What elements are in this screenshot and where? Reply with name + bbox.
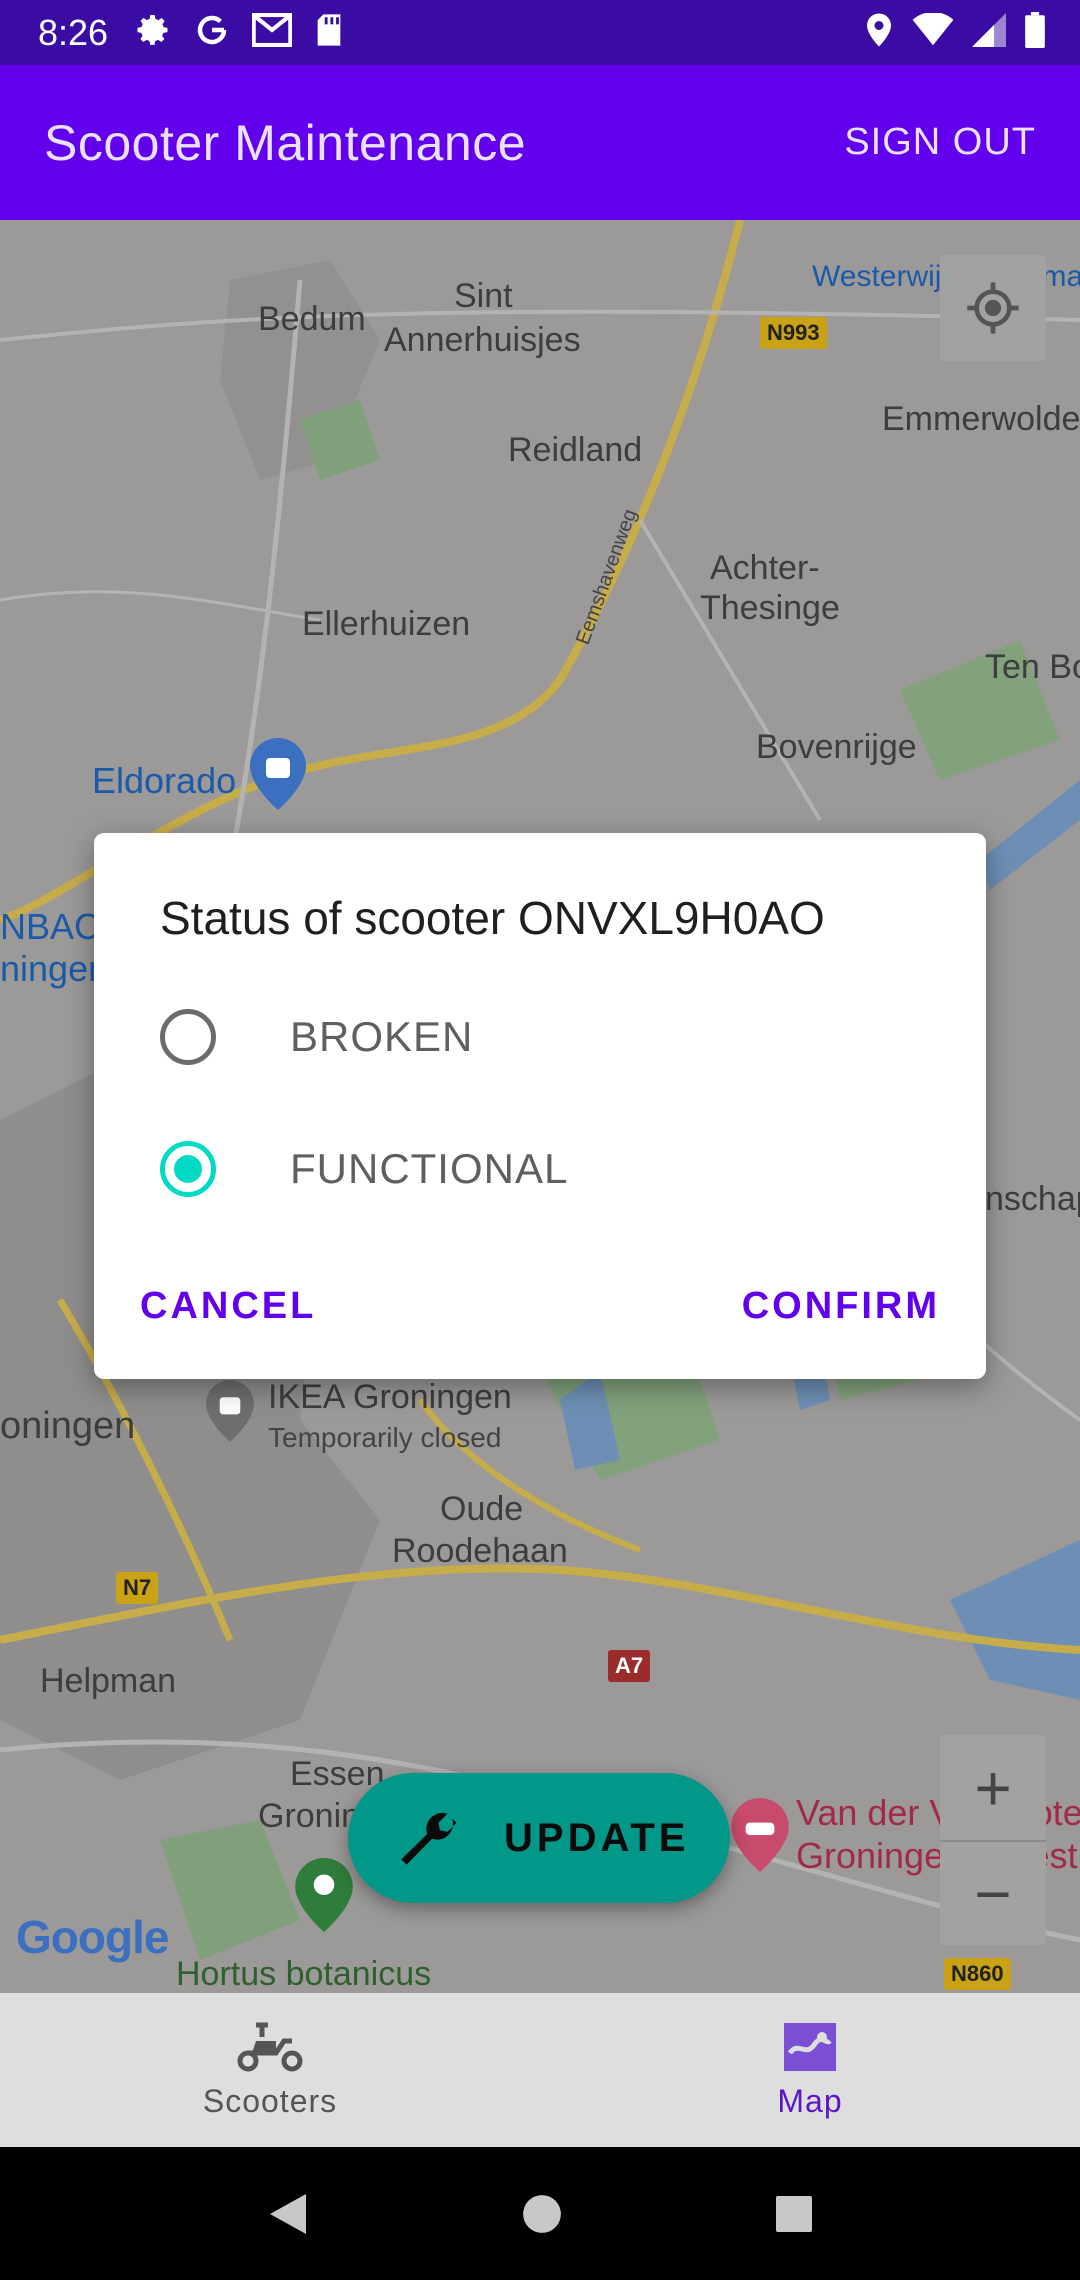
shopping-pin-icon[interactable] — [206, 1380, 254, 1442]
map-label-hortus: Hortus botanicus — [176, 1955, 432, 1993]
recents-icon[interactable] — [774, 2194, 814, 2234]
zoom-in-button[interactable]: + — [940, 1735, 1046, 1840]
radio-broken[interactable] — [160, 1009, 216, 1065]
status-dialog: Status of scooter ONVXL9H0AO BROKEN FUNC… — [94, 833, 986, 1379]
radio-functional[interactable] — [160, 1141, 216, 1197]
bottom-navigation: Scooters Map — [0, 1993, 1080, 2147]
nav-label-scooters: Scooters — [202, 2082, 338, 2119]
nav-item-map[interactable]: Map — [540, 1993, 1080, 2147]
scooter-icon — [237, 2022, 303, 2071]
option-broken[interactable]: BROKEN — [160, 997, 473, 1077]
gmail-icon — [251, 12, 293, 52]
map-label-roodehaan: Roodehaan — [392, 1532, 568, 1570]
road-sign-a7: A7 — [608, 1650, 651, 1682]
map-label-gronin: Gronin — [258, 1797, 361, 1835]
update-fab-label: UPDATE — [504, 1815, 690, 1860]
map-label-bedum: Bedum — [258, 300, 366, 338]
location-icon — [864, 12, 894, 53]
confirm-button[interactable]: CONFIRM — [742, 1285, 940, 1328]
battery-icon — [1024, 12, 1046, 53]
map-label-ningen: ningen — [0, 948, 109, 989]
road-sign-n993: N993 — [760, 317, 827, 349]
back-icon[interactable] — [266, 2190, 310, 2238]
status-time: 8:26 — [38, 11, 109, 53]
option-broken-label: BROKEN — [290, 1013, 474, 1060]
map-label-groningen: oningen — [0, 1405, 136, 1447]
cancel-button[interactable]: CANCEL — [140, 1285, 316, 1328]
map-label-sint: Sint — [454, 277, 513, 315]
wifi-icon — [912, 12, 954, 52]
home-icon[interactable] — [521, 2193, 563, 2235]
map-icon — [784, 2022, 836, 2071]
system-navigation-bar — [0, 2147, 1080, 2280]
zoom-out-button[interactable]: − — [940, 1840, 1046, 1945]
dialog-title: Status of scooter ONVXL9H0AO — [160, 892, 825, 944]
gear-icon — [136, 12, 172, 53]
my-location-button[interactable] — [940, 255, 1046, 361]
park-pin-icon[interactable] — [294, 1858, 354, 1932]
shopping-pin-icon[interactable] — [250, 738, 306, 810]
update-fab[interactable]: UPDATE — [348, 1773, 730, 1903]
nav-label-map: Map — [777, 2082, 843, 2119]
option-functional-label: FUNCTIONAL — [290, 1145, 569, 1192]
map-label-temporarily-closed: Temporarily closed — [268, 1422, 502, 1453]
map-label-thesinge: Thesinge — [700, 589, 840, 627]
app-bar: Scooter Maintenance SIGN OUT — [0, 65, 1080, 220]
map-label-achter: Achter- — [710, 549, 820, 587]
status-icons-left — [136, 12, 344, 53]
map-label-eldorado: Eldorado — [92, 760, 237, 801]
road-sign-n7: N7 — [116, 1572, 159, 1604]
signal-icon — [972, 13, 1006, 52]
map-label-emmerwolde: Emmerwolde — [882, 400, 1080, 438]
map-label-ellerhuizen: Ellerhuizen — [302, 605, 471, 643]
hotel-pin-icon[interactable] — [730, 1798, 790, 1872]
map-label-ten-bo: Ten Bo — [985, 648, 1080, 686]
map-label-oude: Oude — [440, 1490, 524, 1528]
google-logo: Google — [16, 1910, 169, 1964]
app-title: Scooter Maintenance — [44, 114, 527, 171]
map-label-annerhuisjes: Annerhuisjes — [384, 321, 581, 359]
wrench-icon — [401, 1812, 457, 1865]
road-sign-n860: N860 — [944, 1958, 1011, 1990]
map-label-helpman: Helpman — [40, 1662, 177, 1700]
google-logo-text: Google — [16, 1911, 169, 1963]
map-label-bovenrijge: Bovenrijge — [756, 728, 917, 766]
map-label-schap: nschap — [985, 1180, 1080, 1218]
my-location-icon — [967, 282, 1019, 334]
sd-card-icon — [314, 13, 344, 52]
status-bar: 8:26 — [0, 0, 1080, 65]
map-label-reidland: Reidland — [508, 431, 643, 469]
zoom-controls: + − — [940, 1735, 1046, 1945]
status-icons-right — [864, 12, 1046, 53]
map-label-ikea: IKEA Groningen — [268, 1378, 512, 1416]
nav-item-scooters[interactable]: Scooters — [0, 1993, 540, 2147]
google-icon — [194, 12, 230, 53]
sign-out-button[interactable]: SIGN OUT — [844, 121, 1036, 164]
option-functional[interactable]: FUNCTIONAL — [160, 1129, 568, 1209]
